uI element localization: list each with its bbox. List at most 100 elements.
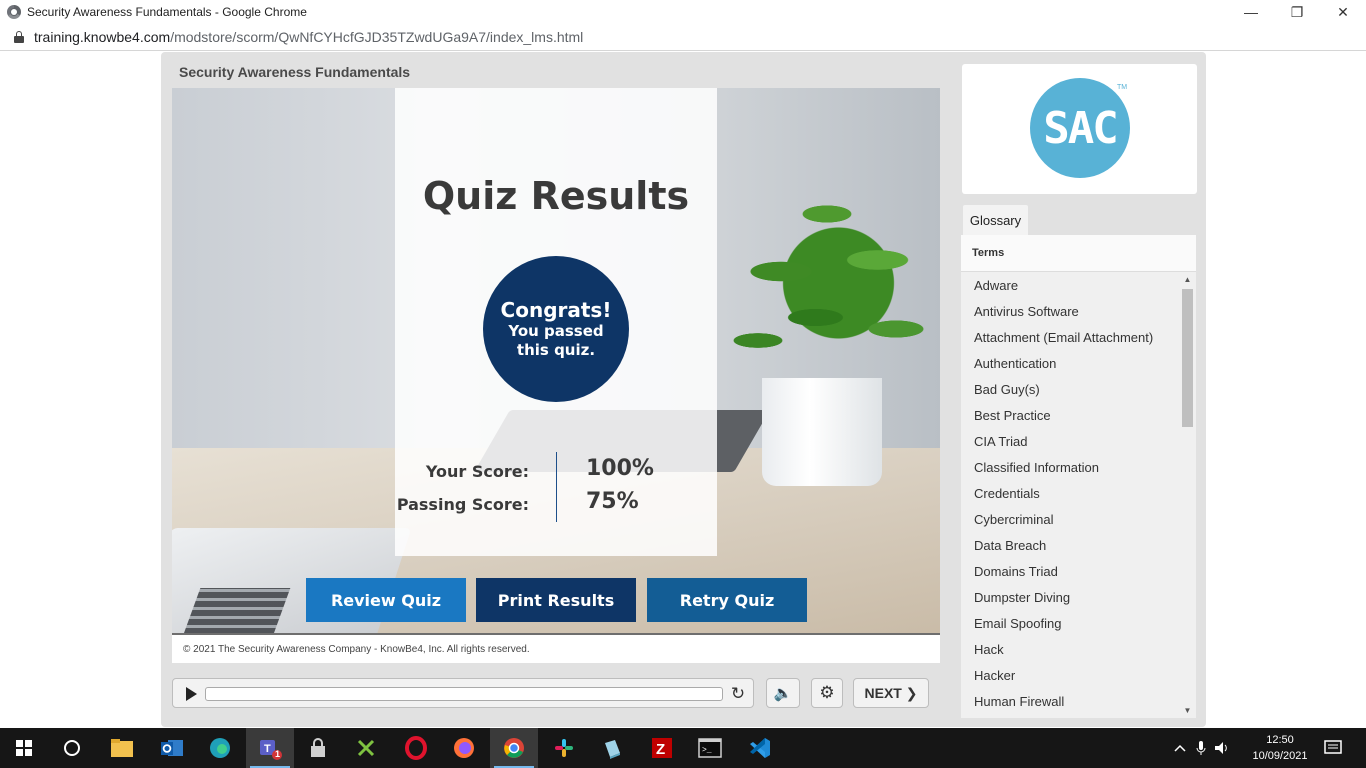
trademark-mark: TM	[1117, 84, 1128, 91]
seek-bar[interactable]	[205, 687, 723, 701]
glossary-scrollbar[interactable]: ▲ ▼	[1180, 273, 1195, 718]
taskbar-vscode[interactable]	[736, 728, 784, 768]
folder-icon	[111, 739, 133, 757]
close-window-button[interactable]: ✕	[1320, 0, 1366, 24]
clock-time: 12:50	[1266, 734, 1294, 746]
taskbar-outlook[interactable]	[148, 728, 196, 768]
tab-glossary[interactable]: Glossary	[963, 205, 1028, 235]
terminal-icon: >_	[698, 738, 722, 758]
glossary-term[interactable]: Credentials	[961, 481, 1179, 507]
windows-logo-icon	[16, 740, 32, 756]
sac-logo: SAC	[1030, 78, 1130, 178]
slack-icon	[555, 739, 573, 757]
window-controls: — ❐ ✕	[1228, 0, 1366, 24]
url-host[interactable]: training.knowbe4.com	[34, 29, 170, 45]
minimize-button[interactable]: —	[1228, 0, 1274, 24]
lock-icon[interactable]	[14, 31, 24, 43]
taskbar-app-cube[interactable]	[588, 728, 636, 768]
passing-score-value: 75%	[586, 489, 639, 514]
glossary-term[interactable]: Email Spoofing	[961, 611, 1179, 637]
start-button[interactable]	[0, 728, 48, 768]
congrats-line-1: You passed	[508, 322, 604, 340]
glossary-term[interactable]: CIA Triad	[961, 429, 1179, 455]
quiz-results-heading: Quiz Results	[422, 174, 690, 218]
glossary-term[interactable]: Best Practice	[961, 403, 1179, 429]
congrats-line-2: this quiz.	[516, 341, 596, 359]
volume-button[interactable]: 🔈	[766, 678, 800, 708]
glossary-term[interactable]: Dumpster Diving	[961, 585, 1179, 611]
taskbar-slack[interactable]	[540, 728, 588, 768]
svg-text:>_: >_	[702, 746, 712, 755]
taskbar-terminal[interactable]: >_	[686, 728, 734, 768]
edge-icon	[210, 738, 230, 758]
review-quiz-button[interactable]: Review Quiz	[306, 578, 466, 622]
scissors-icon	[357, 739, 375, 757]
taskbar-teams[interactable]: T 1	[246, 728, 294, 768]
your-score-value: 100%	[586, 456, 654, 481]
windows-taskbar: T 1 Z >_ 12:50 10/09/2021	[0, 728, 1366, 768]
glossary-term[interactable]: Antivirus Software	[961, 299, 1179, 325]
chrome-taskbar-icon	[504, 738, 524, 758]
results-card: Quiz Results Congrats! You passed this q…	[395, 88, 717, 556]
glossary-term[interactable]: Authentication	[961, 351, 1179, 377]
glossary-term[interactable]: Adware	[961, 273, 1179, 299]
chrome-icon	[7, 5, 21, 19]
score-divider	[556, 452, 557, 522]
next-button[interactable]: NEXT ❯	[853, 678, 929, 708]
taskbar-clock[interactable]: 12:50 10/09/2021	[1240, 732, 1320, 764]
glossary-term[interactable]: Cybercriminal	[961, 507, 1179, 533]
cortana-circle-icon	[64, 740, 80, 756]
scroll-up-arrow-icon[interactable]: ▲	[1180, 273, 1195, 287]
glossary-term[interactable]: Classified Information	[961, 455, 1179, 481]
play-icon[interactable]	[186, 687, 197, 701]
system-tray	[1174, 728, 1230, 768]
background-plant	[712, 168, 940, 398]
congrats-title: Congrats!	[500, 298, 612, 322]
copyright-text: © 2021 The Security Awareness Company - …	[183, 643, 530, 655]
cube-icon	[605, 740, 620, 759]
glossary-term[interactable]: Hacker	[961, 663, 1179, 689]
taskbar-opera[interactable]	[392, 728, 440, 768]
microphone-icon[interactable]	[1196, 740, 1206, 756]
glossary-term[interactable]: Domains Triad	[961, 559, 1179, 585]
svg-text:T: T	[264, 743, 271, 755]
background-laptop-keys	[183, 588, 291, 634]
background-pot	[762, 378, 882, 486]
taskbar-snipping[interactable]	[342, 728, 390, 768]
clock-date: 10/09/2021	[1252, 750, 1308, 762]
glossary-term[interactable]: Data Breach	[961, 533, 1179, 559]
glossary-term[interactable]: Bad Guy(s)	[961, 377, 1179, 403]
taskbar-filezilla[interactable]: Z	[638, 728, 686, 768]
score-summary: Your Score: 100% Passing Score: 75%	[395, 452, 717, 522]
print-results-button[interactable]: Print Results	[476, 578, 636, 622]
taskbar-file-explorer[interactable]	[98, 728, 146, 768]
restore-button[interactable]: ❐	[1274, 0, 1320, 24]
taskbar-edge[interactable]	[196, 728, 244, 768]
opera-icon	[405, 736, 427, 760]
taskbar-vpn[interactable]	[294, 728, 342, 768]
notification-center[interactable]	[1324, 728, 1342, 768]
glossary-term[interactable]: Human Firewall	[961, 689, 1179, 715]
glossary-term-list: Adware Antivirus Software Attachment (Em…	[961, 273, 1179, 718]
search-button[interactable]	[48, 728, 96, 768]
replay-icon[interactable]: ↻	[727, 683, 749, 705]
retry-quiz-button[interactable]: Retry Quiz	[647, 578, 807, 622]
scroll-down-arrow-icon[interactable]: ▼	[1180, 704, 1195, 718]
quiz-results-slide: Quiz Results Congrats! You passed this q…	[172, 88, 940, 634]
glossary-panel: Terms Adware Antivirus Software Attachme…	[961, 235, 1196, 718]
taskbar-firefox[interactable]	[440, 728, 488, 768]
sac-logo-box: SAC TM	[962, 64, 1197, 194]
passing-score-label: Passing Score:	[396, 495, 529, 514]
glossary-term[interactable]: Attachment (Email Attachment)	[961, 325, 1179, 351]
course-title: Security Awareness Fundamentals	[179, 64, 411, 80]
speaker-tray-icon[interactable]	[1214, 741, 1230, 755]
glossary-term[interactable]: Hack	[961, 637, 1179, 663]
url-path[interactable]: /modstore/scorm/QwNfCYHcfGJD35TZwdUGa9A7…	[170, 29, 583, 45]
teams-badge: 1	[275, 749, 281, 759]
scroll-thumb[interactable]	[1182, 289, 1193, 427]
settings-button[interactable]: ⚙	[811, 678, 843, 708]
taskbar-chrome[interactable]	[490, 728, 538, 768]
firefox-icon	[454, 738, 474, 758]
address-bar[interactable]: training.knowbe4.com/modstore/scorm/QwNf…	[0, 24, 1366, 51]
chevron-up-icon[interactable]	[1174, 744, 1186, 752]
